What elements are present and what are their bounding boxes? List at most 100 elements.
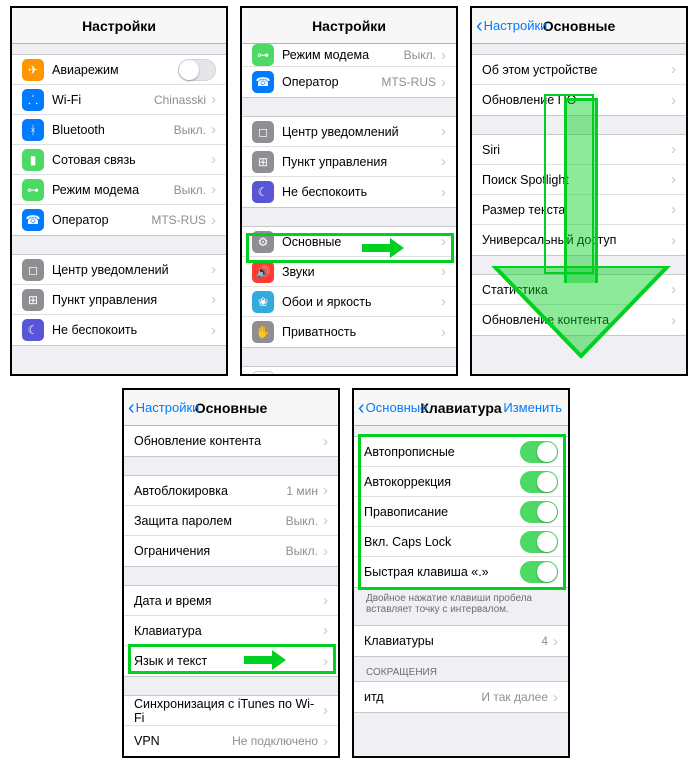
navbar: ‹Настройки Основные xyxy=(472,8,686,44)
row-period[interactable]: Быстрая клавиша «.» xyxy=(354,557,568,587)
row-passcode[interactable]: Защита паролемВыкл.› xyxy=(124,506,338,536)
back-button[interactable]: ‹Настройки xyxy=(476,18,547,33)
row-autocorrect[interactable]: Автокоррекция xyxy=(354,467,568,497)
row-notifications[interactable]: ◻ Центр уведомлений › xyxy=(242,117,456,147)
row-spelling[interactable]: Правописание xyxy=(354,497,568,527)
row-textsize[interactable]: Размер текста› xyxy=(472,195,686,225)
content: ✈ Авиарежим ⸫ Wi-Fi Chinasski › ᚼ Blueto… xyxy=(12,44,226,374)
toggle[interactable] xyxy=(520,441,558,463)
row-notifications[interactable]: ◻ Центр уведомлений › xyxy=(12,255,226,285)
row-icloud[interactable]: ☁ iCloud › xyxy=(242,367,456,374)
chevron-right-icon: › xyxy=(441,123,446,140)
back-label: Настройки xyxy=(484,18,548,33)
row-restrictions[interactable]: ОграниченияВыкл.› xyxy=(124,536,338,566)
footer-note: Двойное нажатие клавиши пробела вставляе… xyxy=(354,588,568,617)
row-itunes-wifi[interactable]: Синхронизация с iTunes по Wi-Fi› xyxy=(124,696,338,726)
row-label: Режим модема xyxy=(52,183,174,197)
row-control-center[interactable]: ⊞ Пункт управления › xyxy=(242,147,456,177)
row-general[interactable]: ⚙ Основные › xyxy=(242,227,456,257)
row-label: Центр уведомлений xyxy=(52,263,206,277)
row-airplane[interactable]: ✈ Авиарежим xyxy=(12,55,226,85)
row-label: Режим модема xyxy=(282,48,404,62)
cellular-icon: ▮ xyxy=(22,149,44,171)
chevron-right-icon: › xyxy=(671,201,676,218)
row-autolock[interactable]: Автоблокировка1 мин› xyxy=(124,476,338,506)
back-button[interactable]: ‹Основные xyxy=(358,400,427,415)
moon-icon: ☾ xyxy=(22,319,44,341)
row-value: MTS-RUS xyxy=(381,75,436,89)
row-label: Обновление контента xyxy=(482,313,666,327)
row-dnd[interactable]: ☾ Не беспокоить › xyxy=(12,315,226,345)
row-label: Пункт управления xyxy=(282,155,436,169)
row-value: Выкл. xyxy=(286,544,318,558)
row-siri[interactable]: Siri› xyxy=(472,135,686,165)
group-usage: Статистика › Обновление контента› xyxy=(472,274,686,336)
notifications-icon: ◻ xyxy=(22,259,44,281)
row-value: Выкл. xyxy=(174,183,206,197)
chevron-right-icon: › xyxy=(323,592,328,609)
row-about[interactable]: Об этом устройстве› xyxy=(472,55,686,85)
row-keyboard[interactable]: Клавиатура› xyxy=(124,616,338,646)
row-keyboards[interactable]: Клавиатуры4› xyxy=(354,626,568,656)
toggle[interactable] xyxy=(520,471,558,493)
row-accessibility[interactable]: Универсальный доступ› xyxy=(472,225,686,255)
row-label: итд xyxy=(364,690,481,704)
row-language[interactable]: Язык и текст › xyxy=(124,646,338,676)
row-usage[interactable]: Статистика › xyxy=(472,275,686,305)
row-dnd[interactable]: ☾ Не беспокоить › xyxy=(242,177,456,207)
row-label: Автокоррекция xyxy=(364,475,520,489)
chevron-right-icon: › xyxy=(323,702,328,719)
row-hotspot[interactable]: ⊶ Режим модема Выкл. › xyxy=(12,175,226,205)
toggle[interactable] xyxy=(520,561,558,583)
row-label: Язык и текст xyxy=(134,654,318,668)
row-privacy[interactable]: ✋ Приватность › xyxy=(242,317,456,347)
row-label: Wi-Fi xyxy=(52,93,154,107)
toggle-airplane[interactable] xyxy=(178,59,216,81)
row-sounds[interactable]: 🔊 Звуки › xyxy=(242,257,456,287)
row-wallpaper[interactable]: ❀ Обои и яркость › xyxy=(242,287,456,317)
hand-icon: ✋ xyxy=(252,321,274,343)
row-value: 1 мин xyxy=(286,484,318,498)
row-background-refresh[interactable]: Обновление контента› xyxy=(124,426,338,456)
row-label: Оператор xyxy=(282,75,381,89)
row-shortcut[interactable]: итдИ так далее› xyxy=(354,682,568,712)
edit-button[interactable]: Изменить xyxy=(503,400,562,415)
toggle[interactable] xyxy=(520,501,558,523)
row-label: Поиск Spotlight xyxy=(482,173,666,187)
row-carrier[interactable]: ☎ Оператор MTS-RUS › xyxy=(12,205,226,235)
panel-general-2: ‹Настройки Основные Обновление контента›… xyxy=(122,388,340,758)
group-center: ◻ Центр уведомлений › ⊞ Пункт управления… xyxy=(242,116,456,208)
chevron-right-icon: › xyxy=(323,653,328,670)
row-software-update[interactable]: Обновление ПО› xyxy=(472,85,686,115)
row-cellular[interactable]: ▮ Сотовая связь › xyxy=(12,145,226,175)
group-keyboards: Клавиатуры4› xyxy=(354,625,568,657)
row-capslock[interactable]: Вкл. Caps Lock xyxy=(354,527,568,557)
chevron-right-icon: › xyxy=(441,293,446,310)
row-label: Обои и яркость xyxy=(282,295,436,309)
panel-keyboard: ‹Основные Клавиатура Изменить Автопропис… xyxy=(352,388,570,758)
row-label: Приватность xyxy=(282,325,436,339)
chevron-right-icon: › xyxy=(671,281,676,298)
group-shortcuts: итдИ так далее› xyxy=(354,681,568,713)
group-center: ◻ Центр уведомлений › ⊞ Пункт управления… xyxy=(12,254,226,346)
row-label: Сотовая связь xyxy=(52,153,206,167)
toggle[interactable] xyxy=(520,531,558,553)
row-label: Обновление контента xyxy=(134,434,318,448)
row-background-refresh[interactable]: Обновление контента› xyxy=(472,305,686,335)
plane-icon: ✈ xyxy=(22,59,44,81)
chevron-right-icon: › xyxy=(323,733,328,750)
row-hotspot[interactable]: ⊶ Режим модема Выкл. › xyxy=(242,44,456,67)
row-autocap[interactable]: Автопрописные xyxy=(354,437,568,467)
row-vpn[interactable]: VPNНе подключено› xyxy=(124,726,338,756)
row-spotlight[interactable]: Поиск Spotlight› xyxy=(472,165,686,195)
row-wifi[interactable]: ⸫ Wi-Fi Chinasski › xyxy=(12,85,226,115)
row-datetime[interactable]: Дата и время› xyxy=(124,586,338,616)
row-label: Статистика xyxy=(482,283,666,297)
navbar-title: Настройки xyxy=(82,18,156,34)
row-carrier[interactable]: ☎ Оператор MTS-RUS › xyxy=(242,67,456,97)
row-bluetooth[interactable]: ᚼ Bluetooth Выкл. › xyxy=(12,115,226,145)
row-control-center[interactable]: ⊞ Пункт управления › xyxy=(12,285,226,315)
back-button[interactable]: ‹Настройки xyxy=(128,400,199,415)
row-value: Выкл. xyxy=(286,514,318,528)
content: Автопрописные Автокоррекция Правописание… xyxy=(354,426,568,756)
